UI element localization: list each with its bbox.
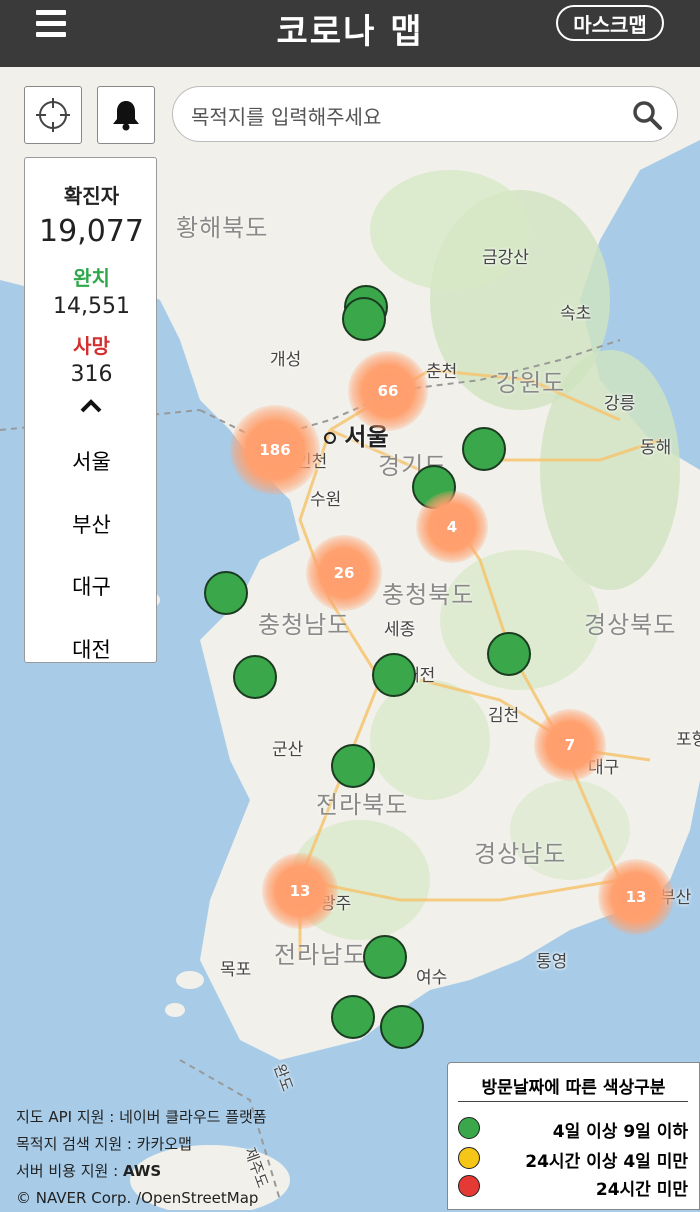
place-label: 김천 — [488, 706, 520, 726]
credit-line: 서버 비용 지원 : AWS — [16, 1162, 162, 1180]
location-marker[interactable] — [331, 744, 375, 788]
legend-title: 방문날짜에 따른 색상구분 — [481, 1078, 666, 1098]
location-marker[interactable] — [363, 935, 407, 979]
recovered-count: 14,551 — [53, 294, 130, 319]
crosshair-icon — [36, 98, 70, 132]
search-bar[interactable]: 목적지를 입력해주세요 — [172, 86, 678, 142]
cluster-marker[interactable]: 7 — [534, 709, 606, 781]
location-marker[interactable] — [204, 571, 248, 615]
confirmed-label: 확진자 — [63, 184, 120, 208]
collapse-chevron-icon[interactable] — [79, 398, 103, 418]
location-marker[interactable] — [372, 653, 416, 697]
place-label: 세종 — [384, 620, 416, 640]
legend-item: 24시간 미만 — [458, 1175, 688, 1201]
search-icon[interactable] — [631, 99, 663, 131]
stats-panel: 확진자 19,077 완치 14,551 사망 316 서울 부산 대구 대전 — [24, 157, 157, 663]
map-attribution: © NAVER Corp. /OpenStreetMap — [16, 1189, 259, 1207]
legend-label: 24시간 미만 — [595, 1180, 688, 1200]
region-label: 황해북도 — [176, 214, 269, 242]
notification-button[interactable] — [97, 86, 155, 144]
locate-button[interactable] — [24, 86, 82, 144]
region-label: 경상남도 — [474, 840, 567, 868]
region-label: 전라북도 — [316, 791, 409, 819]
location-marker[interactable] — [462, 427, 506, 471]
place-label: 금강산 — [482, 248, 529, 268]
place-label: 개성 — [270, 350, 302, 370]
place-label: 강릉 — [604, 394, 636, 414]
cluster-marker[interactable]: 13 — [262, 853, 338, 929]
legend-item: 24시간 이상 4일 미만 — [458, 1147, 688, 1173]
credit-line: 목적지 검색 지원 : 카카오맵 — [16, 1135, 192, 1153]
credit-line: 지도 API 지원 : 네이버 클라우드 플랫폼 — [16, 1108, 267, 1126]
place-label: 속초 — [560, 304, 592, 324]
death-count: 316 — [70, 362, 113, 387]
mask-map-button[interactable]: 마스크맵 — [556, 5, 664, 41]
region-label: 강원도 — [496, 369, 566, 397]
search-input[interactable]: 목적지를 입력해주세요 — [191, 101, 381, 130]
location-marker[interactable] — [380, 1005, 424, 1049]
cluster-marker[interactable]: 186 — [230, 405, 320, 495]
location-marker[interactable] — [233, 655, 277, 699]
location-marker[interactable] — [331, 995, 375, 1039]
legend-divider — [458, 1101, 688, 1102]
legend-label: 4일 이상 9일 이하 — [552, 1122, 688, 1142]
cluster-marker[interactable]: 66 — [348, 351, 428, 431]
city-item-daegu[interactable]: 대구 — [25, 571, 156, 601]
place-label: 군산 — [272, 740, 304, 760]
city-item-busan[interactable]: 부산 — [25, 509, 156, 539]
city-item-seoul[interactable]: 서울 — [25, 446, 156, 476]
legend-label: 24시간 이상 4일 미만 — [525, 1152, 688, 1172]
credits: 지도 API 지원 : 네이버 클라우드 플랫폼 목적지 검색 지원 : 카카오… — [16, 1104, 267, 1212]
death-label: 사망 — [73, 334, 110, 358]
legend: 방문날짜에 따른 색상구분 4일 이상 9일 이하 24시간 이상 4일 미만 … — [447, 1062, 700, 1210]
location-marker[interactable] — [487, 632, 531, 676]
place-label: 포항 — [676, 730, 700, 750]
confirmed-count: 19,077 — [39, 214, 144, 249]
city-item-daejeon[interactable]: 대전 — [25, 634, 156, 662]
location-marker[interactable] — [342, 297, 386, 341]
place-label: 동해 — [640, 438, 672, 458]
bell-icon — [113, 101, 139, 131]
cluster-marker[interactable]: 13 — [598, 859, 674, 935]
place-label: 여수 — [416, 968, 448, 988]
place-label: 춘천 — [426, 362, 458, 382]
green-circle-icon — [458, 1117, 480, 1139]
recovered-label: 완치 — [73, 266, 110, 290]
region-label: 경상북도 — [584, 611, 677, 639]
seoul-marker-icon — [324, 432, 336, 444]
place-label: 목포 — [220, 960, 252, 980]
cluster-marker[interactable]: 26 — [306, 535, 382, 611]
cluster-marker[interactable]: 4 — [416, 491, 488, 563]
place-label: 통영 — [536, 952, 568, 972]
legend-item: 4일 이상 9일 이하 — [458, 1117, 688, 1143]
place-label: 수원 — [310, 490, 342, 510]
region-label: 충청북도 — [382, 581, 475, 609]
yellow-circle-icon — [458, 1147, 480, 1169]
top-bar: 코로나 맵 마스크맵 — [0, 0, 700, 67]
region-label: 전라남도 — [274, 941, 367, 969]
red-circle-icon — [458, 1175, 480, 1197]
